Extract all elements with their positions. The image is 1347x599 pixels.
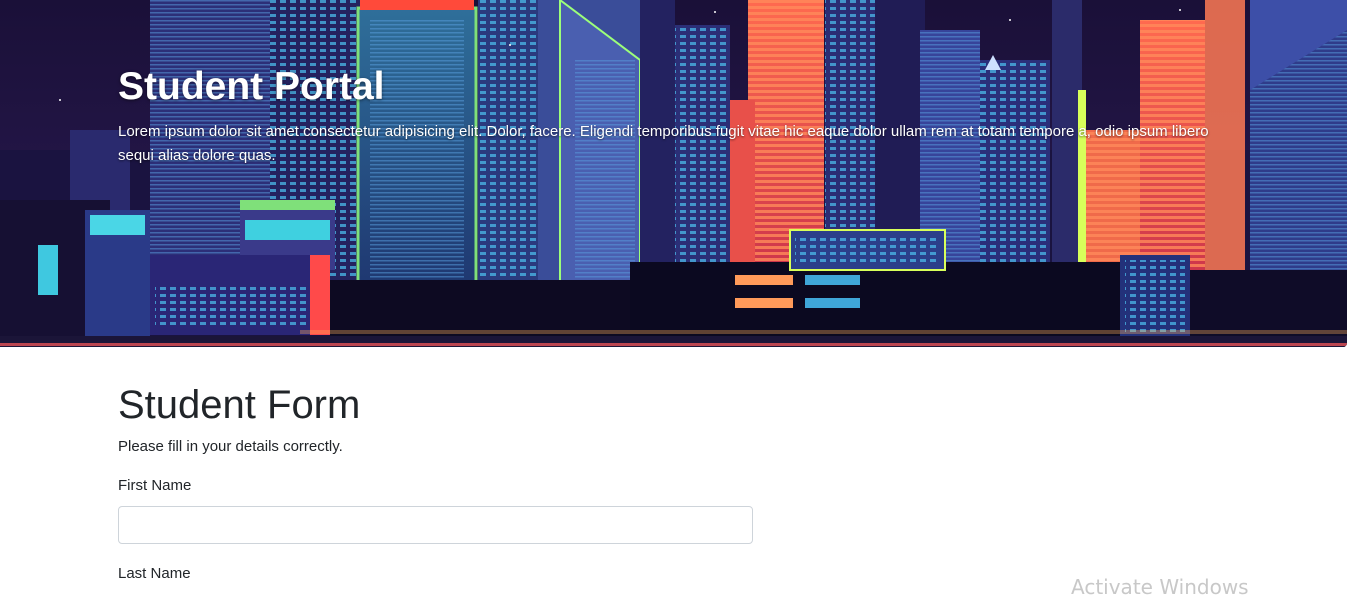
city-skyline-illustration <box>0 0 1347 347</box>
student-form-section: Student Form Please fill in your details… <box>118 380 753 584</box>
first-name-label: First Name <box>118 477 192 494</box>
first-name-input[interactable] <box>118 506 753 544</box>
activate-windows-watermark: Activate Windows <box>1071 575 1249 599</box>
last-name-label: Last Name <box>118 565 191 582</box>
form-subtitle: Please fill in your details correctly. <box>118 438 343 455</box>
hero-text-block: Student Portal Lorem ipsum dolor sit ame… <box>118 64 1218 168</box>
form-title: Student Form <box>118 383 361 427</box>
hero-title: Student Portal <box>118 65 385 108</box>
hero-banner: Student Portal Lorem ipsum dolor sit ame… <box>0 0 1347 347</box>
hero-lead-text: Lorem ipsum dolor sit amet consectetur a… <box>118 123 1209 164</box>
